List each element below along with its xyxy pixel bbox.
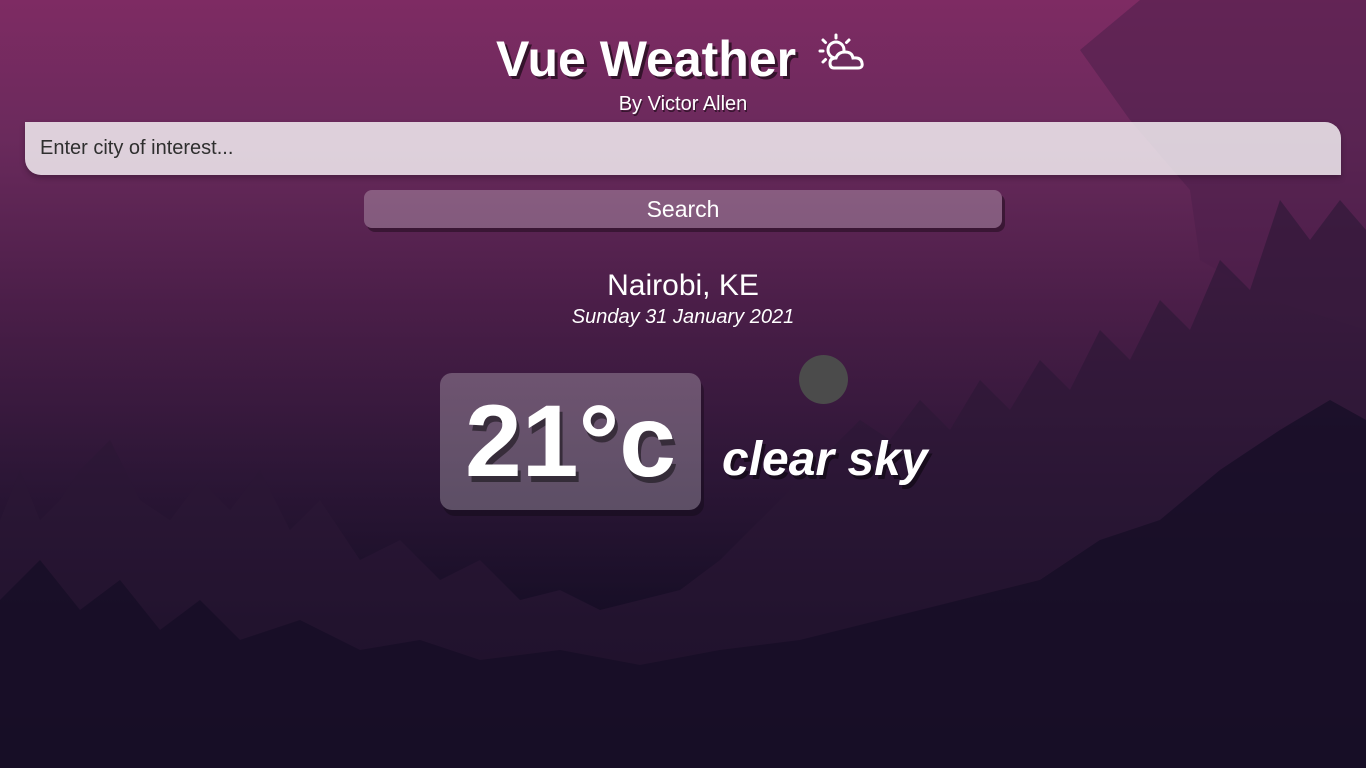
author-byline: By Victor Allen [618,93,748,115]
location-name: Nairobi, KE [607,269,759,302]
city-search-input[interactable] [25,122,1341,175]
app-title: Vue Weather [0,30,1366,92]
app-title-text: Vue Weather [495,31,797,87]
temperature-value: 21°c [465,384,676,498]
weather-condition-icon [799,355,848,404]
sun-behind-cloud-icon [816,28,870,86]
weather-condition: clear sky [722,433,928,486]
temperature-box: 21°c [440,373,701,510]
weather-app: Vue Weather By Victor Allen Search Nairo… [0,0,1366,768]
current-date: Sunday 31 January 2021 [571,306,795,328]
search-button[interactable]: Search [364,190,1002,228]
